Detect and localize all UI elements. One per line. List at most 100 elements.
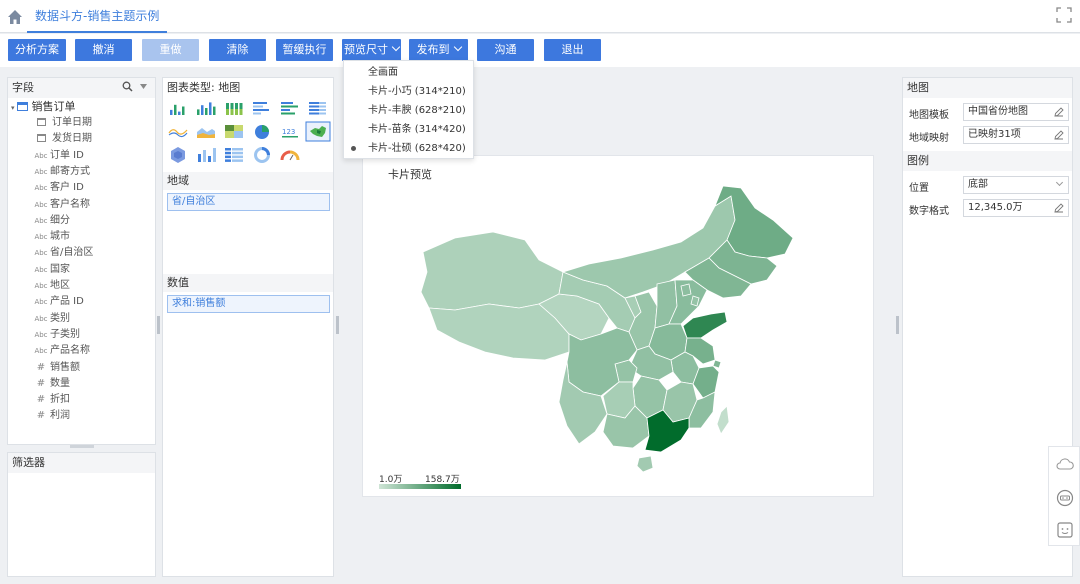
field-item[interactable]: Abc 省/自治区 [34,245,93,261]
mid-splitter-handle[interactable] [336,316,339,334]
cloud-icon[interactable] [1056,457,1074,471]
china-province-map[interactable] [363,156,875,498]
field-item[interactable]: 发货日期 [34,131,92,147]
field-item[interactable]: Abc 客户 ID [34,180,83,196]
edit-icon[interactable] [1054,203,1064,213]
horizontal-bar-icon[interactable] [253,102,269,115]
preview-size-option-label: 卡片-苗条 (314*420) [368,124,466,135]
field-item[interactable]: # 利润 [34,408,70,424]
field-item[interactable]: Abc 订单 ID [34,148,83,164]
redo-button[interactable]: 重做 [142,39,199,61]
histogram-icon[interactable] [198,148,216,162]
table-chart-icon[interactable] [225,148,243,162]
text-type-icon: Abc [34,347,48,356]
field-item-label: 城市 [50,231,70,243]
province-hainan[interactable] [636,455,654,473]
radar-chart-icon[interactable] [171,147,185,163]
kpi-number-icon[interactable]: 123 [282,128,298,138]
preview-size-option-label: 卡片-壮硕 (628*420) [368,143,466,154]
preview-size-option[interactable]: 全画面 [344,63,475,82]
fullscreen-icon[interactable] [1056,7,1072,23]
donut-chart-icon[interactable] [254,147,270,163]
chevron-down-icon [391,42,401,52]
edit-icon[interactable] [1054,130,1064,140]
field-item[interactable]: Abc 产品 ID [34,294,83,310]
field-item[interactable]: 订单日期 [34,115,92,131]
text-type-icon: Abc [34,151,48,160]
field-item[interactable]: Abc 城市 [34,229,70,245]
field-item[interactable]: Abc 地区 [34,278,70,294]
field-item-label: 销售额 [50,361,80,373]
field-item[interactable]: Abc 产品名称 [34,343,90,359]
area-chart-icon[interactable] [197,128,215,138]
preview-size-menu: 全画面卡片-小巧 (314*210) 卡片-丰腴 (628*210) 卡片-苗条 (… [343,60,474,159]
preview-size-option[interactable]: 卡片-丰腴 (628*210) [344,101,475,120]
bar-chart-icon[interactable] [170,104,185,115]
communicate-button[interactable]: 沟通 [477,39,534,61]
pie-chart-icon[interactable] [255,125,269,139]
chart-type-label: 图表类型: 地图 [163,78,333,98]
chat-icon[interactable] [1056,489,1074,507]
province-taiwan[interactable] [716,405,730,435]
field-item-label: 数量 [50,377,70,389]
map-mapping-field[interactable]: 已映射31项 [963,126,1069,144]
preview-size-option[interactable]: 卡片-小巧 (314*210) [344,82,475,101]
filter-header: 筛选器 [8,453,155,473]
preview-size-option-label: 卡片-小巧 (314*210) [368,86,466,97]
right-splitter-handle[interactable] [896,316,899,334]
legend-position-select[interactable]: 底部 [963,176,1069,194]
grouped-bar-icon[interactable] [281,102,298,115]
field-item[interactable]: Abc 国家 [34,262,70,278]
filter-panel: 筛选器 [7,452,156,577]
line-chart-icon[interactable] [168,129,188,138]
province-xinjiang[interactable] [420,231,564,311]
publish-to-button[interactable]: 发布到 [409,39,468,61]
field-root[interactable]: ▾ 销售订单 [11,99,76,115]
field-item[interactable]: # 数量 [34,376,70,392]
gauge-chart-icon[interactable] [280,150,300,161]
preview-size-option[interactable]: 卡片-壮硕 (628*420) [344,139,475,158]
stacked-bar-icon[interactable] [309,102,326,115]
tab-sales-theme[interactable]: 数据斗方-销售主题示例 [27,0,168,33]
value-section-title: 数值 [163,274,333,292]
column-chart-icon[interactable] [197,102,216,115]
field-item[interactable]: # 折扣 [34,392,70,408]
clear-button[interactable]: 清除 [209,39,266,61]
search-icon[interactable] [122,81,133,92]
region-drop-field[interactable]: 省/自治区 [167,193,330,211]
exit-button[interactable]: 退出 [544,39,601,61]
text-type-icon: Abc [34,298,48,307]
field-item[interactable]: # 销售额 [34,360,80,376]
field-item-label: 邮寄方式 [50,165,90,177]
field-item[interactable]: Abc 类别 [34,311,70,327]
text-type-icon: Abc [34,282,48,290]
preview-size-label: 预览尺寸 [344,43,388,56]
field-item[interactable]: Abc 客户名称 [34,197,90,213]
table-icon [16,102,28,111]
field-item-label: 细分 [50,214,70,226]
left-splitter-handle[interactable] [157,316,160,334]
text-type-icon: Abc [34,249,48,258]
field-item[interactable]: Abc 细分 [34,213,70,229]
map-chart-icon[interactable] [305,121,331,142]
stacked-column-icon[interactable] [226,103,243,115]
value-drop-field[interactable]: 求和:销售额 [167,295,330,313]
resize-handle[interactable] [70,445,94,448]
home-icon[interactable] [6,8,24,26]
heatmap-icon[interactable] [225,125,243,138]
caret-down-icon[interactable] [140,84,147,90]
assistant-icon[interactable] [1056,521,1074,539]
map-template-field[interactable]: 中国省份地图 [963,103,1069,121]
province-beijing[interactable] [680,283,692,297]
field-item[interactable]: Abc 子类别 [34,327,80,343]
analysis-plan-button[interactable]: 分析方案 [8,39,66,61]
pause-execution-button[interactable]: 暂缓执行 [276,39,333,61]
number-format-field[interactable]: 12,345.0万 [963,199,1069,217]
preview-size-button[interactable]: 预览尺寸 [342,39,401,61]
field-item[interactable]: Abc 邮寄方式 [34,164,90,180]
number-type-icon: # [36,410,46,422]
undo-button[interactable]: 撤消 [75,39,132,61]
edit-icon[interactable] [1054,107,1064,117]
map-template-label: 地图模板 [909,110,949,121]
preview-size-option[interactable]: 卡片-苗条 (314*420) [344,120,475,139]
